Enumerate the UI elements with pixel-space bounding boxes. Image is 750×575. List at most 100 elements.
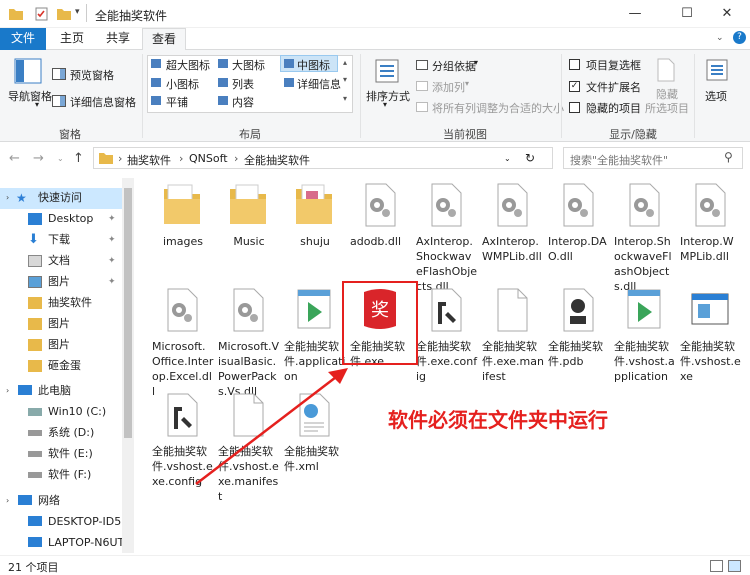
file-item[interactable]: AxInterop.WMPLib.dll [480, 183, 544, 264]
file-item[interactable]: 全能抽奖软件.pdb [546, 288, 610, 369]
group-by-button[interactable]: 分组依据 [432, 58, 476, 74]
nav-network[interactable]: › 网络 [0, 491, 122, 512]
layout-extra-large-icons[interactable]: 超大图标 [166, 57, 210, 73]
hide-selected-icon [657, 58, 675, 82]
file-item[interactable]: 全能抽奖软件.vshost.application [612, 288, 676, 384]
minimize-button[interactable]: — [612, 0, 658, 28]
current-view-group-label: 当前视图 [443, 128, 487, 141]
file-item[interactable]: Interop.ShockwaveFlashObjects.dll [612, 183, 676, 294]
nav-quick-access[interactable]: › ★ 快速访问 [0, 188, 122, 209]
folder-icon [230, 184, 266, 224]
close-button[interactable]: ✕ [704, 0, 750, 28]
layout-details[interactable]: 详细信息 [297, 76, 341, 92]
sort-by-button[interactable]: 排序方式 [366, 88, 410, 104]
file-extensions-checkbox[interactable]: ✓ [569, 81, 580, 92]
gallery-down-icon[interactable]: ▾ [343, 75, 347, 84]
layout-small-icons[interactable]: 小图标 [166, 76, 199, 92]
help-icon[interactable]: ? [733, 31, 746, 44]
expand-chevron-icon[interactable]: › [6, 491, 9, 511]
navigation-pane-icon[interactable] [14, 58, 42, 84]
file-name: 全能抽奖软件.exe.config [416, 340, 478, 383]
pin-icon[interactable]: ✦ [108, 230, 116, 250]
pin-icon[interactable]: ✦ [108, 209, 116, 229]
nav-folder[interactable]: 图片 [0, 314, 122, 335]
preview-pane-button[interactable]: 预览窗格 [70, 67, 114, 83]
quick-access-dropdown-icon[interactable]: ▾ [75, 7, 91, 21]
details-view-icon[interactable] [710, 560, 723, 572]
tab-home[interactable]: 主页 [50, 28, 94, 50]
search-icon[interactable]: ⚲ [724, 150, 733, 164]
hidden-items-checkbox[interactable] [569, 102, 580, 113]
breadcrumb-item[interactable]: 抽奖软件 [127, 152, 171, 168]
file-item[interactable]: AxInterop.ShockwaveFlashObjects.dll [414, 183, 478, 294]
recent-dropdown-icon[interactable]: ⌄ [57, 154, 64, 163]
forward-arrow-icon[interactable]: → [33, 151, 44, 166]
expand-chevron-icon[interactable]: › [6, 381, 9, 401]
nav-folder[interactable]: 砸金蛋 [0, 356, 122, 377]
add-column-button[interactable]: 添加列 [432, 79, 465, 95]
hide-selected-line2[interactable]: 所选项目 [645, 100, 689, 116]
address-dropdown-icon[interactable]: ⌄ [504, 154, 511, 163]
sort-by-icon[interactable] [374, 58, 400, 84]
search-box[interactable]: 搜索"全能抽奖软件" ⚲ [563, 147, 743, 169]
pin-icon[interactable]: ✦ [108, 272, 116, 292]
tab-share[interactable]: 共享 [96, 28, 140, 50]
options-icon[interactable] [705, 58, 729, 82]
address-bar[interactable]: › 抽奖软件 › QNSoft › 全能抽奖软件 ⌄ ↻ [93, 147, 553, 169]
breadcrumb-item[interactable]: QNSoft [189, 152, 228, 165]
breadcrumb-item[interactable]: 全能抽奖软件 [244, 152, 310, 168]
layout-list[interactable]: 列表 [232, 76, 254, 92]
layout-medium-icons[interactable]: 中图标 [297, 57, 330, 73]
nav-documents[interactable]: 文档 ✦ [0, 251, 122, 272]
gallery-more-icon[interactable]: ▾ [343, 94, 347, 103]
up-arrow-icon[interactable]: ↑ [73, 151, 84, 166]
nav-this-pc[interactable]: › 此电脑 [0, 381, 122, 402]
pin-icon[interactable]: ✦ [108, 251, 116, 271]
options-button[interactable]: 选项 [705, 88, 727, 104]
nav-drive[interactable]: Win10 (C:) [0, 402, 122, 423]
nav-scrollbar-thumb[interactable] [124, 188, 132, 438]
nav-computer[interactable]: LAPTOP-N6UT( [0, 533, 129, 553]
item-checkboxes-checkbox[interactable] [569, 59, 580, 70]
file-item[interactable]: 全能抽奖软件.vshost.exe [678, 288, 742, 384]
nav-drive[interactable]: 软件 (F:) [0, 465, 122, 486]
new-folder-icon[interactable] [56, 7, 72, 21]
layout-tiles[interactable]: 平铺 [166, 94, 188, 110]
window-app-icon [691, 293, 729, 325]
search-placeholder[interactable]: 搜索"全能抽奖软件" [570, 152, 668, 168]
details-pane-button[interactable]: 详细信息窗格 [70, 94, 136, 110]
file-item[interactable]: Interop.DAO.dll [546, 183, 610, 264]
nav-label: 砸金蛋 [48, 359, 81, 372]
file-item[interactable]: 全能抽奖软件.exe.config [414, 288, 478, 384]
nav-downloads[interactable]: ⬇ 下载 ✦ [0, 230, 122, 251]
tab-file[interactable]: 文件 [0, 28, 46, 50]
large-icons-icon [218, 59, 228, 68]
nav-folder[interactable]: 抽奖软件 [0, 293, 122, 314]
fit-columns-button[interactable]: 将所有列调整为合适的大小 [432, 100, 564, 116]
back-arrow-icon[interactable]: ← [9, 151, 20, 166]
status-bar: 21 个项目 [0, 555, 750, 575]
file-item[interactable]: images [150, 183, 214, 249]
add-column-icon [416, 81, 428, 91]
file-item[interactable]: 全能抽奖软件.exe.manifest [480, 288, 544, 384]
nav-computer[interactable]: DESKTOP-ID5H [0, 512, 130, 533]
navigation-pane-label[interactable]: 导航窗格 [8, 88, 52, 104]
layout-content[interactable]: 内容 [232, 94, 254, 110]
tab-view[interactable]: 查看 [142, 28, 186, 51]
file-item[interactable]: Interop.WMPLib.dll [678, 183, 742, 264]
expand-chevron-icon[interactable]: › [6, 188, 9, 208]
nav-drive[interactable]: 软件 (E:) [0, 444, 122, 465]
nav-drive[interactable]: 系统 (D:) [0, 423, 122, 444]
properties-icon[interactable] [34, 7, 50, 21]
file-item[interactable]: Music [216, 183, 280, 249]
nav-folder[interactable]: 图片 [0, 335, 122, 356]
large-icons-view-icon[interactable] [728, 560, 741, 572]
file-item[interactable]: shuju [282, 183, 346, 249]
refresh-icon[interactable]: ↻ [525, 151, 535, 165]
ribbon-collapse-icon[interactable]: ⌄ [716, 33, 724, 43]
nav-pictures[interactable]: 图片 ✦ [0, 272, 122, 293]
layout-large-icons[interactable]: 大图标 [232, 57, 265, 73]
nav-desktop[interactable]: Desktop ✦ [0, 209, 122, 230]
gallery-up-icon[interactable]: ▴ [343, 58, 347, 67]
file-item[interactable]: adodb.dll [348, 183, 412, 249]
